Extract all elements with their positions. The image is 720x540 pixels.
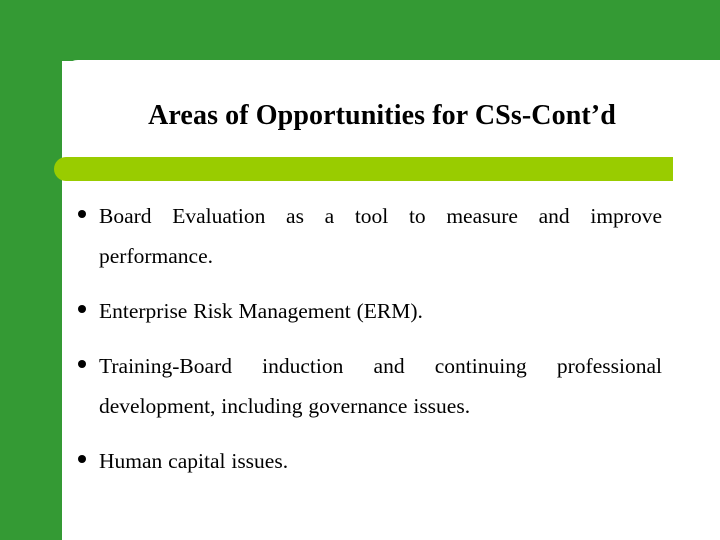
left-green-sidebar xyxy=(0,0,62,540)
slide-canvas: Areas of Opportunities for CSs-Cont’d Bo… xyxy=(0,0,720,540)
list-item: Enterprise Risk Management (ERM). xyxy=(78,291,662,331)
title-zone: Areas of Opportunities for CSs-Cont’d xyxy=(62,96,702,154)
top-green-band xyxy=(0,0,720,61)
list-item: Board Evaluation as a tool to measure an… xyxy=(78,196,662,276)
bullet-text: Enterprise Risk Management (ERM). xyxy=(99,299,423,323)
slide-title: Areas of Opportunities for CSs-Cont’d xyxy=(148,100,616,131)
list-item: Training-Board induction and continuing … xyxy=(78,346,662,426)
bullet-list: Board Evaluation as a tool to measure an… xyxy=(78,196,662,481)
bullet-text: Board Evaluation as a tool to measure an… xyxy=(99,204,662,268)
bullet-text: Human capital issues. xyxy=(99,449,289,473)
bullet-point-icon xyxy=(78,210,86,218)
bullet-point-icon xyxy=(78,360,86,368)
bullet-point-icon xyxy=(78,305,86,313)
title-accent-bar xyxy=(54,157,673,181)
bullet-point-icon xyxy=(78,455,86,463)
list-item: Human capital issues. xyxy=(78,441,662,481)
bullet-text: Training-Board induction and continuing … xyxy=(99,354,662,418)
